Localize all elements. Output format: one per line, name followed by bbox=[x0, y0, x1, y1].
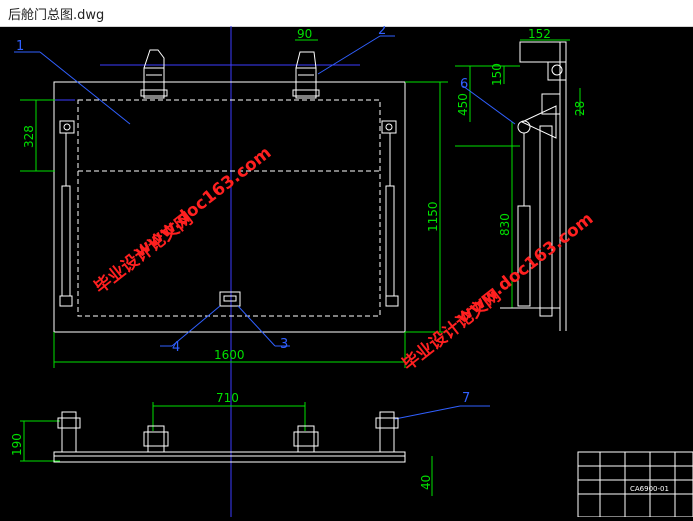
window-title: 后舱门总图.dwg bbox=[8, 7, 105, 23]
dim-left-height: 328 bbox=[22, 125, 36, 148]
dim-side-width: 152 bbox=[528, 27, 551, 41]
dim-side-28: 28 bbox=[573, 101, 587, 116]
gas-strut-left bbox=[59, 120, 75, 307]
dim-bottom-span: 710 bbox=[216, 391, 239, 405]
door-lock bbox=[219, 291, 241, 307]
dim-bottom-thickness: 40 bbox=[419, 475, 433, 490]
dim-bottom-height: 190 bbox=[10, 433, 24, 456]
door-inner-panel bbox=[77, 99, 381, 317]
dim-side-150: 150 bbox=[490, 63, 504, 86]
callout-2: 2 bbox=[378, 26, 386, 38]
dim-top-width: 90 bbox=[297, 27, 312, 41]
window-titlebar: 后舱门总图.dwg bbox=[0, 0, 693, 27]
dim-side-450: 450 bbox=[456, 93, 470, 116]
dim-overall-width: 1600 bbox=[214, 348, 245, 362]
hinge-left bbox=[140, 49, 168, 99]
bottom-view bbox=[53, 411, 406, 463]
hinge-right bbox=[292, 51, 320, 99]
callout-4: 4 bbox=[172, 340, 180, 355]
dim-overall-height: 1150 bbox=[426, 201, 440, 232]
callout-1: 1 bbox=[16, 39, 24, 54]
callout-7: 7 bbox=[462, 391, 470, 406]
cad-drawing-canvas[interactable]: 90 328 1150 1600 710 190 40 152 150 450 … bbox=[0, 23, 693, 518]
dimension-lines bbox=[20, 39, 581, 496]
watermark-url-2: www.doc163.com bbox=[453, 209, 598, 328]
callout-6: 6 bbox=[460, 77, 468, 92]
watermark-url-1: www.doc163.com bbox=[131, 143, 276, 262]
cad-drawing: 90 328 1150 1600 710 190 40 152 150 450 … bbox=[10, 23, 693, 518]
gas-strut-right bbox=[381, 120, 399, 307]
dim-side-830: 830 bbox=[498, 213, 512, 236]
title-block-drawing-no: CA6900-01 bbox=[630, 485, 669, 493]
callout-3: 3 bbox=[280, 337, 288, 352]
